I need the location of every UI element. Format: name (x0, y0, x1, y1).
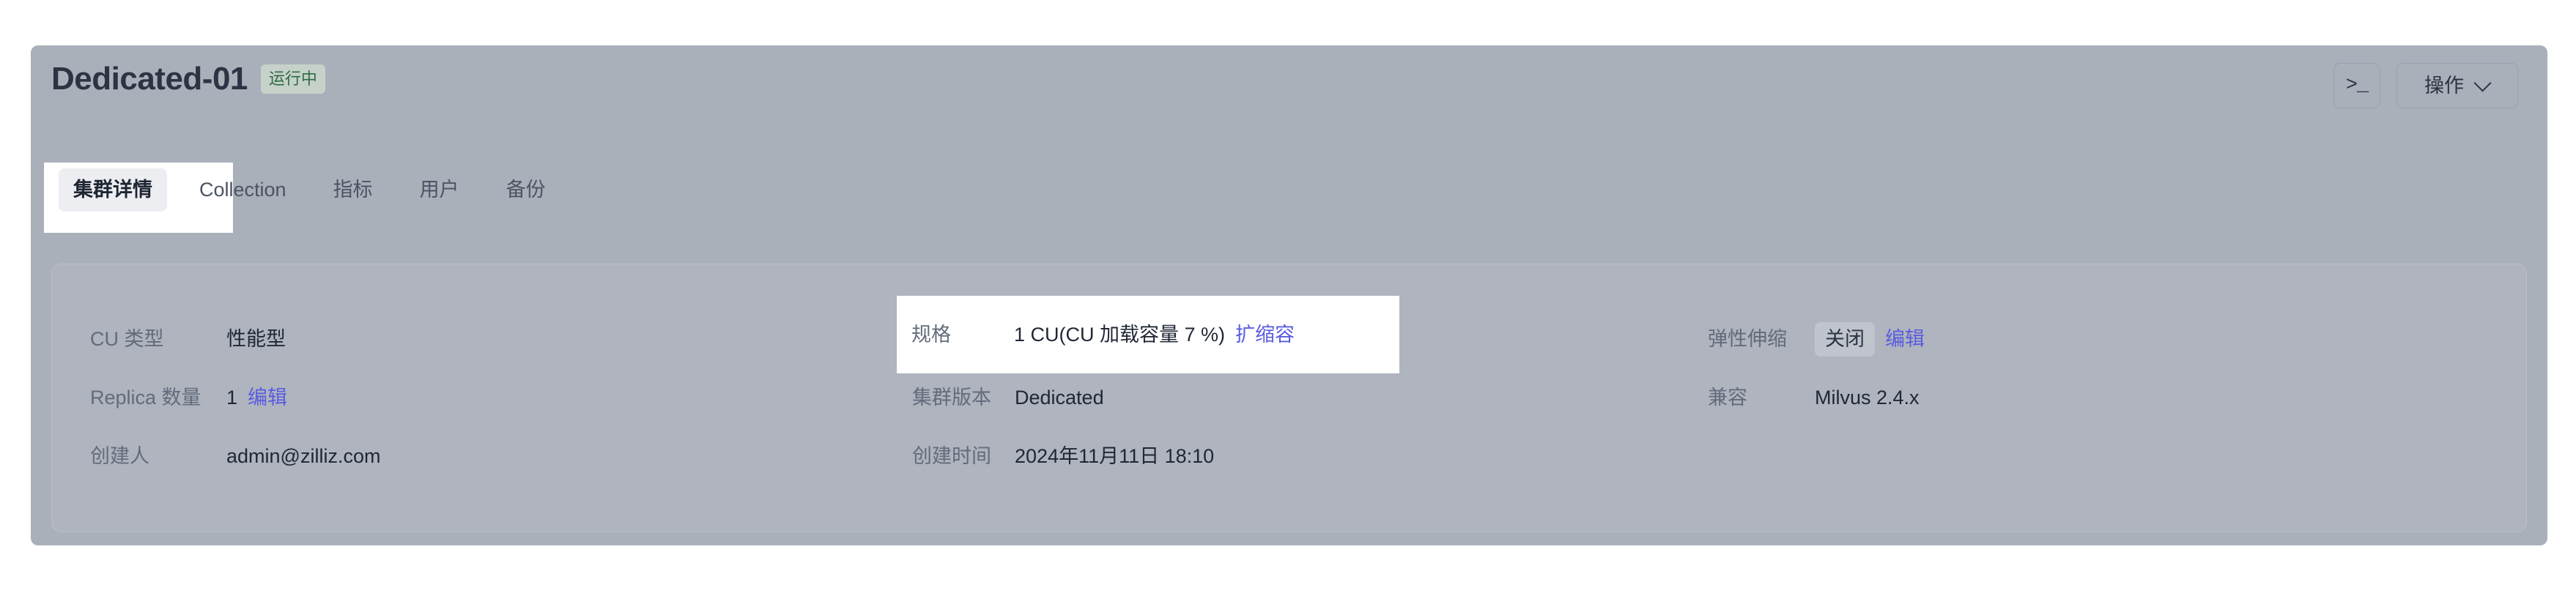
title-group: Dedicated-01 运行中 (51, 63, 325, 95)
label-creator: 创建人 (90, 444, 149, 467)
info-row-autoscaling: 弹性伸缩 关闭 编辑 (1708, 310, 2477, 368)
header-actions: >_ 操作 (2333, 63, 2518, 108)
spec-row-highlight: 规格 1 CU(CU 加载容量 7 %) 扩缩容 (897, 296, 1399, 373)
tab-backup[interactable]: 备份 (492, 168, 560, 212)
tab-metrics[interactable]: 指标 (319, 168, 388, 212)
info-row-created-time: 创建时间 2024年11月11日 18:10 (912, 427, 1681, 485)
label-cluster-version: 集群版本 (912, 386, 991, 409)
label-spec-highlighted: 规格 (911, 323, 951, 346)
value-spec-highlighted: 1 CU(CU 加载容量 7 %) (1014, 323, 1226, 346)
label-autoscaling: 弹性伸缩 (1708, 327, 1787, 350)
value-cu-type: 性能型 (226, 327, 286, 350)
autoscaling-status-chip: 关闭 (1815, 321, 1875, 357)
action-dropdown-button[interactable]: 操作 (2397, 63, 2518, 108)
tab-users[interactable]: 用户 (405, 168, 474, 212)
status-badge: 运行中 (260, 64, 325, 94)
chevron-down-icon (2476, 75, 2490, 90)
page-title: Dedicated-01 (51, 61, 248, 97)
value-cluster-version: Dedicated (1015, 386, 1104, 409)
value-creator: admin@zilliz.com (226, 444, 381, 467)
terminal-icon: >_ (2345, 74, 2369, 97)
info-row-creator: 创建人 admin@zilliz.com (90, 427, 896, 485)
info-row-compatibility: 兼容 Milvus 2.4.x (1708, 368, 2477, 427)
tab-collection[interactable]: Collection (185, 168, 301, 212)
scale-link-highlighted[interactable]: 扩缩容 (1235, 324, 1295, 345)
terminal-button[interactable]: >_ (2333, 63, 2380, 108)
tab-bar: 集群详情 Collection 指标 用户 备份 (59, 168, 560, 212)
card-header: Dedicated-01 运行中 >_ 操作 (31, 45, 2547, 139)
tab-cluster-details[interactable]: 集群详情 (59, 168, 167, 212)
value-replica-count: 1 (226, 386, 238, 409)
label-cu-type: CU 类型 (90, 327, 164, 350)
info-column-right: 弹性伸缩 关闭 编辑 兼容 Milvus 2.4.x (1708, 310, 2477, 427)
value-compatibility: Milvus 2.4.x (1815, 386, 1920, 409)
info-column-left: CU 类型 性能型 Replica 数量 1 编辑 创建人 admin@zill… (90, 310, 896, 485)
action-dropdown-label: 操作 (2424, 74, 2464, 97)
value-created-time: 2024年11月11日 18:10 (1015, 444, 1215, 467)
spec-row-highlight-content: 规格 1 CU(CU 加载容量 7 %) 扩缩容 (911, 296, 1295, 373)
label-replica-count: Replica 数量 (90, 386, 201, 409)
label-created-time: 创建时间 (912, 444, 991, 467)
label-compatibility: 兼容 (1708, 386, 1747, 409)
edit-autoscaling-link[interactable]: 编辑 (1885, 329, 1925, 349)
info-row-cu-type: CU 类型 性能型 (90, 310, 896, 368)
info-row-cluster-version: 集群版本 Dedicated (912, 368, 1681, 427)
info-row-replica-count: Replica 数量 1 编辑 (90, 368, 896, 427)
edit-replica-link[interactable]: 编辑 (248, 387, 287, 408)
